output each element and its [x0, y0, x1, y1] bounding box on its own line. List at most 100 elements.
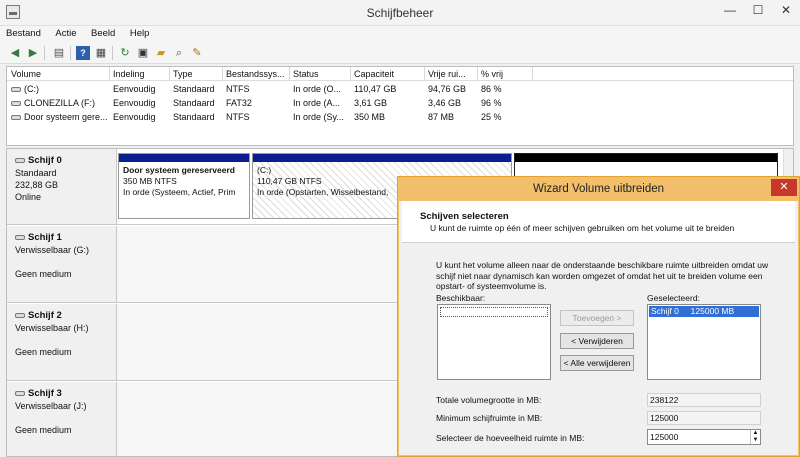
- toolbar-separator: [70, 46, 71, 60]
- stepper-down-icon[interactable]: ▼: [751, 437, 760, 444]
- stepper-arrows[interactable]: ▲ ▼: [750, 430, 760, 444]
- available-disks-list[interactable]: [437, 304, 551, 380]
- indeling-cell: Eenvoudig: [113, 84, 156, 94]
- column-divider[interactable]: [222, 67, 223, 81]
- disk-1-label[interactable]: Schijf 1 Verwisselbaar (G:) Geen medium: [7, 226, 117, 303]
- volume-name: (C:): [24, 84, 39, 94]
- capacity-cell: 110,47 GB: [354, 84, 397, 94]
- open-folder-icon[interactable]: ▰: [154, 46, 168, 60]
- back-arrow-icon[interactable]: ◀: [8, 46, 22, 60]
- disk-icon: [15, 157, 25, 163]
- select-space-label: Selecteer de hoeveelheid ruimte in MB:: [436, 433, 585, 443]
- type-cell: Standaard: [173, 112, 215, 122]
- window-title: Schijfbeheer: [366, 6, 434, 20]
- column-divider[interactable]: [477, 67, 478, 81]
- menu-bar: Bestand Actie Beeld Help: [0, 26, 800, 42]
- selected-label: Geselecteerd:: [647, 293, 700, 303]
- disk-0-label[interactable]: Schijf 0 Standaard 232,88 GB Online: [7, 149, 117, 225]
- max-space-label: Minimum schijfruimte in MB:: [436, 413, 543, 423]
- table-row[interactable]: Door systeem gere... Eenvoudig Standaard…: [7, 111, 793, 125]
- column-divider[interactable]: [289, 67, 290, 81]
- disk-2-type: Verwisselbaar (H:): [15, 323, 89, 333]
- wizard-title: Wizard Volume uitbreiden: [532, 183, 665, 195]
- wizard-title-bar: Wizard Volume uitbreiden ✕: [398, 177, 799, 201]
- available-label: Beschikbaar:: [436, 293, 486, 303]
- menu-help[interactable]: Help: [124, 26, 156, 39]
- capacity-cell: 350 MB: [354, 112, 386, 122]
- partition-size: 350 MB NTFS: [123, 176, 177, 186]
- disk-0-type: Standaard: [15, 168, 57, 178]
- space-amount-value: 125000: [650, 432, 679, 442]
- list-item[interactable]: Schijf 0 125000 MB: [649, 306, 759, 317]
- partition-status: In orde (Systeem, Actief, Prim: [123, 187, 236, 197]
- wizard-close-button[interactable]: ✕: [771, 179, 797, 196]
- remove-button[interactable]: < Verwijderen: [560, 333, 634, 349]
- column-header-indeling[interactable]: Indeling: [113, 69, 145, 79]
- column-divider[interactable]: [169, 67, 170, 81]
- stepper-up-icon[interactable]: ▲: [751, 430, 760, 437]
- filesystem-cell: NTFS: [226, 84, 250, 94]
- disk-2-label[interactable]: Schijf 2 Verwisselbaar (H:) Geen medium: [7, 304, 117, 381]
- remove-all-button[interactable]: < Alle verwijderen: [560, 355, 634, 371]
- search-icon[interactable]: ⌕: [172, 46, 186, 60]
- volume-list-icon[interactable]: ▤: [52, 46, 66, 60]
- add-button[interactable]: Toevoegen >: [560, 310, 634, 326]
- wizard-subheading: U kunt de ruimte op één of meer schijven…: [430, 223, 735, 233]
- column-header-volume[interactable]: Volume: [11, 69, 41, 79]
- menu-bestand[interactable]: Bestand: [0, 26, 47, 39]
- table-row[interactable]: (C:) Eenvoudig Standaard NTFS In orde (O…: [7, 83, 793, 97]
- disk-icon: [15, 234, 25, 240]
- column-header-type[interactable]: Type: [173, 69, 193, 79]
- column-header-capacity[interactable]: Capaciteit: [354, 69, 394, 79]
- percent-free-cell: 86 %: [481, 84, 502, 94]
- menu-actie[interactable]: Actie: [49, 26, 82, 39]
- table-row[interactable]: CLONEZILLA (F:) Eenvoudig Standaard FAT3…: [7, 97, 793, 111]
- disk-3-label[interactable]: Schijf 3 Verwisselbaar (J:) Geen medium: [7, 382, 117, 456]
- column-divider[interactable]: [109, 67, 110, 81]
- capacity-cell: 3,61 GB: [354, 98, 388, 108]
- max-space-value: 125000: [647, 411, 761, 425]
- status-cell: In orde (O...: [293, 84, 342, 94]
- settings-icon[interactable]: ✎: [190, 46, 204, 60]
- extend-volume-wizard: Wizard Volume uitbreiden ✕ Schijven sele…: [397, 176, 800, 457]
- status-cell: In orde (Sy...: [293, 112, 344, 122]
- type-cell: Standaard: [173, 98, 215, 108]
- disk-0-size: 232,88 GB: [15, 180, 59, 190]
- partition-system-reserved[interactable]: Door systeem gereserveerd 350 MB NTFS In…: [118, 153, 250, 219]
- disk-3-media: Geen medium: [15, 425, 72, 435]
- volume-cell: Door systeem gere...: [11, 112, 109, 122]
- minimize-button[interactable]: —: [716, 0, 744, 22]
- space-amount-stepper[interactable]: 125000 ▲ ▼: [647, 429, 761, 445]
- partition-name: (C:): [257, 165, 272, 175]
- column-divider[interactable]: [350, 67, 351, 81]
- total-size-label: Totale volumegrootte in MB:: [436, 395, 542, 405]
- refresh-icon[interactable]: ↻: [118, 46, 132, 60]
- disk-3-name: Schijf 3: [28, 388, 62, 399]
- column-divider[interactable]: [532, 67, 533, 81]
- volume-name: Door systeem gere...: [24, 112, 108, 122]
- properties-icon[interactable]: ▦: [94, 46, 108, 60]
- volume-list-header: Volume Indeling Type Bestandssys... Stat…: [7, 67, 793, 81]
- maximize-button[interactable]: ☐: [744, 0, 772, 22]
- new-window-icon[interactable]: ▣: [136, 46, 150, 60]
- menu-beeld[interactable]: Beeld: [85, 26, 121, 39]
- forward-arrow-icon[interactable]: ▶: [26, 46, 40, 60]
- volume-cell: (C:): [11, 84, 109, 94]
- column-divider[interactable]: [424, 67, 425, 81]
- volume-name: CLONEZILLA (F:): [24, 98, 96, 108]
- volume-list: Volume Indeling Type Bestandssys... Stat…: [6, 66, 794, 146]
- help-icon[interactable]: ?: [76, 46, 90, 60]
- column-header-percent-free[interactable]: % vrij: [481, 69, 503, 79]
- free-space-cell: 3,46 GB: [428, 98, 462, 108]
- column-header-status[interactable]: Status: [293, 69, 319, 79]
- close-button[interactable]: ✕: [772, 0, 800, 22]
- column-header-free-space[interactable]: Vrije rui...: [428, 69, 466, 79]
- total-size-value: 238122: [647, 393, 761, 407]
- partition-name: Door systeem gereserveerd: [123, 165, 235, 175]
- title-bar: Schijfbeheer — ☐ ✕: [0, 0, 800, 26]
- drive-icon: [11, 87, 21, 93]
- column-header-filesystem[interactable]: Bestandssys...: [226, 69, 285, 79]
- disk-3-type: Verwisselbaar (J:): [15, 401, 87, 411]
- disk-1-name: Schijf 1: [28, 232, 62, 243]
- selected-disks-list[interactable]: Schijf 0 125000 MB: [647, 304, 761, 380]
